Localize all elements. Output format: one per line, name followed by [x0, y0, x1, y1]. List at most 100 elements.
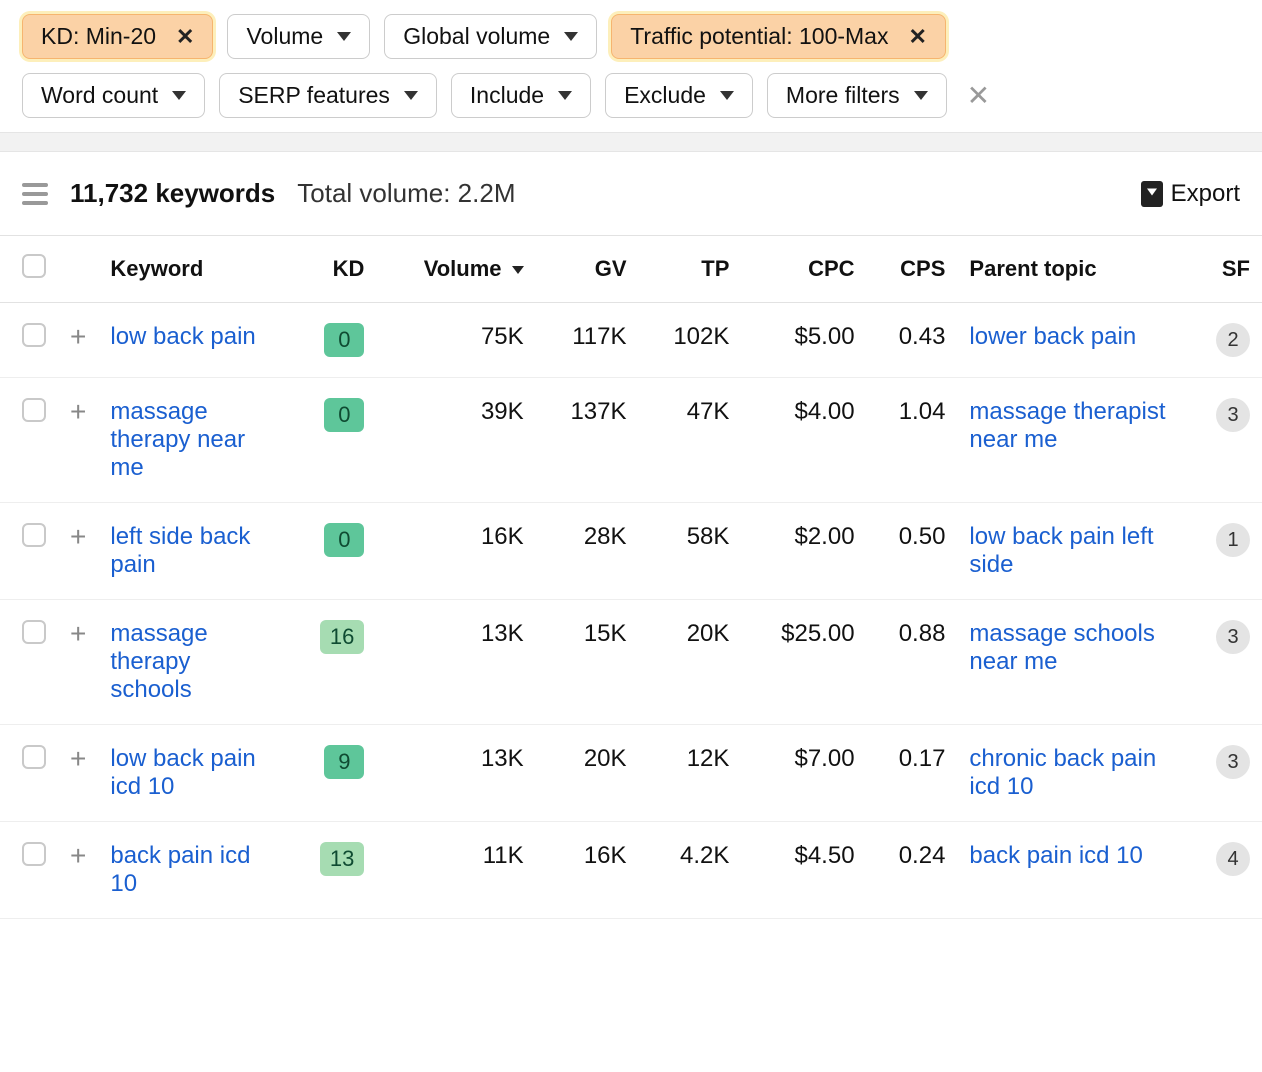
separator-bar — [0, 132, 1262, 152]
cell-volume: 16K — [376, 503, 535, 600]
filter-traffic-potential[interactable]: Traffic potential: 100-Max ✕ — [611, 14, 946, 59]
filter-volume[interactable]: Volume — [227, 14, 370, 59]
cell-tp: 58K — [639, 503, 742, 600]
sort-desc-icon — [512, 266, 524, 274]
export-button[interactable]: Export — [1141, 180, 1240, 208]
keyword-link[interactable]: left side back pain — [110, 523, 250, 578]
cell-cpc: $7.00 — [741, 725, 866, 822]
col-kd[interactable]: KD — [288, 236, 376, 303]
clear-filters-icon[interactable]: ✕ — [967, 79, 990, 112]
chevron-down-icon — [337, 32, 351, 41]
close-icon[interactable]: ✕ — [908, 24, 926, 50]
cell-cpc: $25.00 — [741, 600, 866, 725]
filter-word-count[interactable]: Word count — [22, 73, 205, 118]
sf-badge[interactable]: 2 — [1216, 323, 1250, 357]
cell-cpc: $5.00 — [741, 303, 866, 378]
filter-serp-features[interactable]: SERP features — [219, 73, 437, 118]
keyword-link[interactable]: low back pain — [110, 323, 255, 350]
cell-gv: 20K — [536, 725, 639, 822]
kd-badge: 0 — [324, 523, 364, 557]
chevron-down-icon — [172, 91, 186, 100]
row-checkbox[interactable] — [22, 323, 46, 347]
chevron-down-icon — [404, 91, 418, 100]
cell-gv: 28K — [536, 503, 639, 600]
cell-cps: 0.50 — [867, 503, 958, 600]
col-sf[interactable]: SF — [1187, 236, 1262, 303]
row-checkbox[interactable] — [22, 620, 46, 644]
kd-badge: 0 — [324, 398, 364, 432]
chevron-down-icon — [558, 91, 572, 100]
sf-badge[interactable]: 4 — [1216, 842, 1250, 876]
filter-exclude[interactable]: Exclude — [605, 73, 753, 118]
filter-global-volume[interactable]: Global volume — [384, 14, 597, 59]
expand-icon[interactable]: + — [70, 743, 86, 774]
col-tp[interactable]: TP — [639, 236, 742, 303]
cell-gv: 16K — [536, 822, 639, 919]
select-all-checkbox[interactable] — [22, 254, 46, 278]
expand-icon[interactable]: + — [70, 521, 86, 552]
filter-kd-label: KD: Min-20 — [41, 23, 156, 50]
download-icon — [1141, 181, 1163, 207]
row-checkbox[interactable] — [22, 523, 46, 547]
sf-badge[interactable]: 1 — [1216, 523, 1250, 557]
parent-topic-link[interactable]: low back pain left side — [969, 523, 1153, 578]
cell-gv: 137K — [536, 378, 639, 503]
keyword-link[interactable]: massage therapy near me — [110, 398, 245, 481]
col-cps[interactable]: CPS — [867, 236, 958, 303]
col-volume[interactable]: Volume — [376, 236, 535, 303]
cell-volume: 75K — [376, 303, 535, 378]
summary-row: 11,732 keywords Total volume: 2.2M Expor… — [0, 152, 1262, 235]
filter-serp-features-label: SERP features — [238, 82, 390, 109]
cell-cps: 1.04 — [867, 378, 958, 503]
cell-gv: 117K — [536, 303, 639, 378]
expand-icon[interactable]: + — [70, 321, 86, 352]
row-checkbox[interactable] — [22, 745, 46, 769]
filters-row-1: KD: Min-20 ✕ Volume Global volume Traffi… — [0, 0, 1262, 59]
parent-topic-link[interactable]: massage schools near me — [969, 620, 1154, 675]
list-view-icon[interactable] — [22, 183, 48, 205]
col-gv[interactable]: GV — [536, 236, 639, 303]
parent-topic-link[interactable]: back pain icd 10 — [969, 842, 1142, 869]
parent-topic-link[interactable]: massage therapist near me — [969, 398, 1165, 453]
cell-tp: 4.2K — [639, 822, 742, 919]
col-keyword[interactable]: Keyword — [98, 236, 288, 303]
expand-icon[interactable]: + — [70, 618, 86, 649]
col-parent-topic[interactable]: Parent topic — [957, 236, 1187, 303]
cell-cps: 0.24 — [867, 822, 958, 919]
table-row: +low back pain075K117K102K$5.000.43lower… — [0, 303, 1262, 378]
expand-icon[interactable]: + — [70, 840, 86, 871]
cell-cps: 0.17 — [867, 725, 958, 822]
cell-volume: 11K — [376, 822, 535, 919]
table-row: +massage therapy near me039K137K47K$4.00… — [0, 378, 1262, 503]
keywords-table: Keyword KD Volume GV TP CPC CPS Parent t… — [0, 235, 1262, 919]
cell-cpc: $2.00 — [741, 503, 866, 600]
close-icon[interactable]: ✕ — [176, 24, 194, 50]
chevron-down-icon — [914, 91, 928, 100]
sf-badge[interactable]: 3 — [1216, 398, 1250, 432]
sf-badge[interactable]: 3 — [1216, 745, 1250, 779]
row-checkbox[interactable] — [22, 398, 46, 422]
filter-traffic-potential-label: Traffic potential: 100-Max — [630, 23, 888, 50]
keyword-link[interactable]: back pain icd 10 — [110, 842, 250, 897]
expand-icon[interactable]: + — [70, 396, 86, 427]
parent-topic-link[interactable]: chronic back pain icd 10 — [969, 745, 1156, 800]
keyword-link[interactable]: massage therapy schools — [110, 620, 207, 703]
table-row: +massage therapy schools1613K15K20K$25.0… — [0, 600, 1262, 725]
filter-more-filters[interactable]: More filters — [767, 73, 947, 118]
row-checkbox[interactable] — [22, 842, 46, 866]
filters-row-2: Word count SERP features Include Exclude… — [0, 59, 1262, 132]
kd-badge: 16 — [320, 620, 364, 654]
sf-badge[interactable]: 3 — [1216, 620, 1250, 654]
filter-include-label: Include — [470, 82, 544, 109]
col-cpc[interactable]: CPC — [741, 236, 866, 303]
keyword-link[interactable]: low back pain icd 10 — [110, 745, 255, 800]
filter-include[interactable]: Include — [451, 73, 591, 118]
cell-cpc: $4.50 — [741, 822, 866, 919]
chevron-down-icon — [564, 32, 578, 41]
kd-badge: 9 — [324, 745, 364, 779]
filter-exclude-label: Exclude — [624, 82, 706, 109]
cell-cpc: $4.00 — [741, 378, 866, 503]
parent-topic-link[interactable]: lower back pain — [969, 323, 1136, 350]
cell-tp: 12K — [639, 725, 742, 822]
filter-kd[interactable]: KD: Min-20 ✕ — [22, 14, 213, 59]
